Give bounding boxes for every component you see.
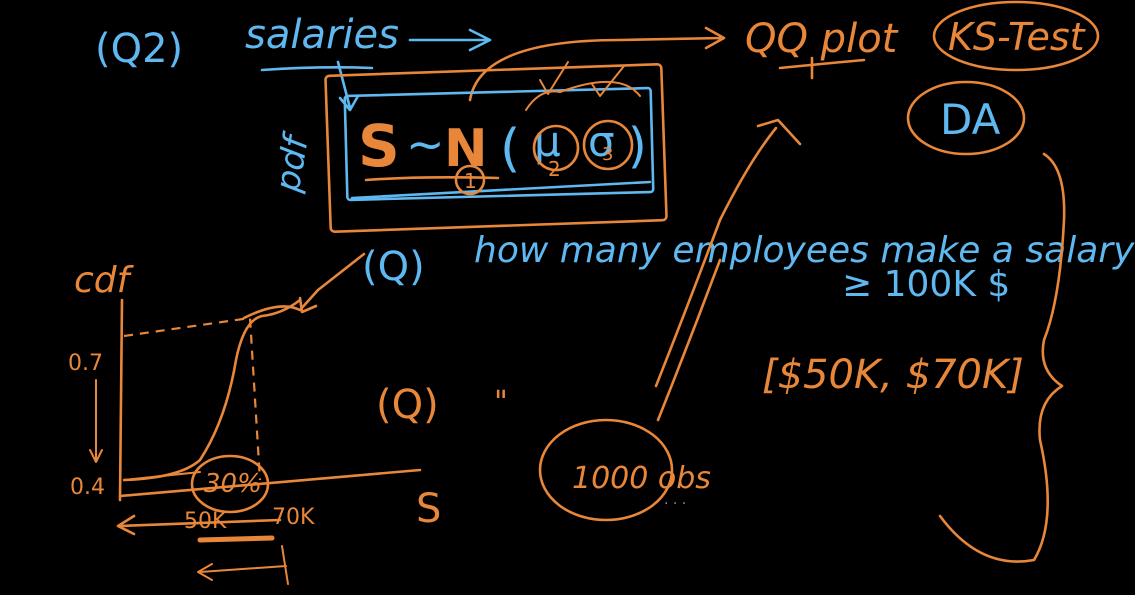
ks-test-label: KS-Test: [948, 15, 1087, 59]
q2-label: (Q2): [95, 26, 183, 72]
middle-q: (Q): [376, 382, 439, 428]
y-high-label: 0.7: [68, 351, 103, 376]
salaries-label: salaries: [245, 12, 399, 58]
salaries-arrow-down: [336, 60, 360, 112]
range-arrow: [197, 545, 289, 585]
circle-2-label: 2: [548, 157, 561, 181]
formula-underline: [364, 176, 500, 182]
da-label: DA: [940, 95, 1001, 144]
circle-3-label: 3: [602, 144, 613, 165]
ink-layer: (Q2) salaries QQ plot KS-Test DA pdf S ~…: [68, 0, 1135, 585]
arrow-to-question: [242, 252, 366, 320]
salaries-arrow-right: [408, 28, 492, 52]
formula-tilde: ~: [406, 117, 445, 171]
s-axis-label: S: [416, 486, 441, 532]
question-q: (Q): [362, 244, 425, 290]
x-left-label: 50K: [184, 509, 227, 534]
bold-range-bar: [197, 535, 275, 543]
question-text: how many employees make a salary: [474, 230, 1135, 271]
pdf-label: pdf: [268, 129, 318, 196]
x-axis: [118, 468, 422, 498]
percent-label: 30%: [204, 469, 262, 499]
whiteboard: (Q2) salaries QQ plot KS-Test DA pdf S ~…: [0, 0, 1135, 590]
sample-to-center: [656, 258, 722, 422]
formula-s: S: [358, 112, 400, 180]
range-label: [$50K, $70K]: [762, 352, 1024, 398]
sample-label: 1000 obs: [572, 461, 711, 496]
threshold-label: ≥ 100K $: [842, 264, 1010, 305]
y-low-label: 0.4: [70, 475, 105, 500]
circle-1-label: 1: [464, 169, 477, 193]
low-line: [123, 471, 201, 481]
qq-plot-label: QQ plot: [745, 16, 899, 62]
x-right-label: 70K: [272, 505, 315, 530]
y-range-arrow: [89, 379, 103, 463]
salaries-underline: [260, 66, 374, 72]
ditto-mark: ": [494, 385, 508, 420]
sample-dots: . . .: [664, 492, 686, 508]
cdf-curve: [122, 298, 302, 482]
formula-open-paren: (: [500, 119, 520, 179]
y-axis: [118, 298, 124, 502]
cdf-label: cdf: [74, 260, 135, 301]
